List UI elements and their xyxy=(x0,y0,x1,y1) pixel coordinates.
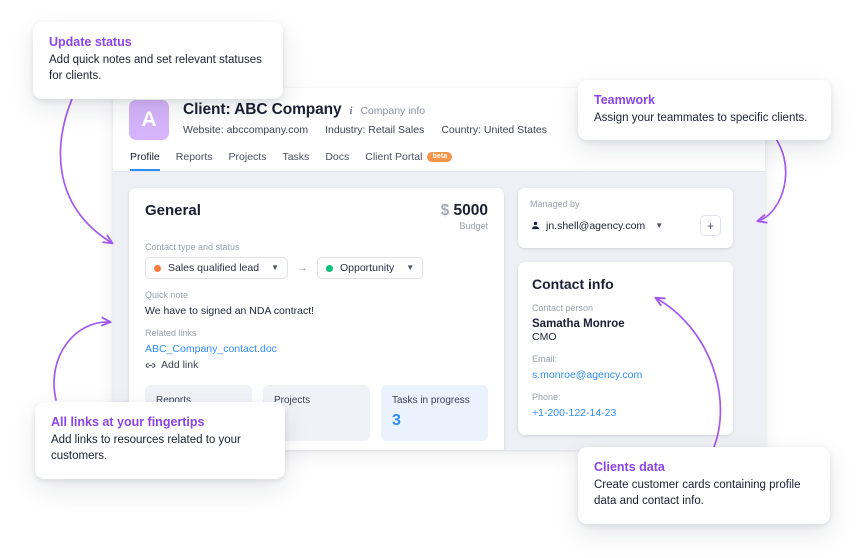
tab-docs[interactable]: Docs xyxy=(325,151,349,171)
callout-teamwork: Teamwork Assign your teammates to specif… xyxy=(578,80,831,141)
person-icon xyxy=(532,221,539,230)
callout-clients-data: Clients data Create customer cards conta… xyxy=(578,447,830,524)
budget-block: $ 5000 Budget xyxy=(441,202,488,231)
general-title: General xyxy=(145,202,201,219)
quick-note-text[interactable]: We have to signed an NDA contract! xyxy=(145,305,488,317)
contact-phone[interactable]: +1-200-122-14-23 xyxy=(532,407,719,419)
stat-card-tasks-in-progress[interactable]: Tasks in progress 3 xyxy=(381,385,488,441)
tab-label: Profile xyxy=(130,151,160,163)
status-to-dropdown[interactable]: Opportunity ▼ xyxy=(317,257,424,279)
status-dot-green xyxy=(326,264,333,272)
status-dot-orange xyxy=(154,264,161,272)
meta-country: Country: United States xyxy=(441,124,547,136)
callout-title: Teamwork xyxy=(594,93,655,107)
link-icon xyxy=(145,362,156,368)
contact-email[interactable]: s.monroe@agency.com xyxy=(532,369,719,381)
callout-body: Add links to resources related to your c… xyxy=(51,434,241,463)
contact-person-label: Contact person xyxy=(532,303,594,313)
managed-by-card: Managed by jn.shell@agency.com ▼ + xyxy=(518,188,733,248)
arrow-update-status xyxy=(59,89,114,245)
status-from-label: Sales qualified lead xyxy=(168,262,260,274)
contact-person-name: Samatha Monroe xyxy=(532,318,625,330)
contact-person-role: CMO xyxy=(532,331,557,343)
callout-body: Add quick notes and set relevant statuse… xyxy=(49,54,262,83)
managed-by-user: jn.shell@agency.com xyxy=(546,219,646,232)
tab-label: Tasks xyxy=(282,151,310,163)
callout-title: All links at your fingertips xyxy=(51,415,205,429)
budget-currency: $ xyxy=(440,202,450,219)
status-from-dropdown[interactable]: Sales qualified lead ▼ xyxy=(145,257,288,279)
tab-tasks[interactable]: Tasks xyxy=(282,151,309,171)
managed-by-dropdown[interactable]: jn.shell@agency.com ▼ xyxy=(530,220,663,232)
chevron-down-icon: ▼ xyxy=(655,220,664,230)
add-manager-button[interactable]: + xyxy=(700,215,721,236)
tab-label: Docs xyxy=(325,151,350,163)
phone-label: Phone: xyxy=(532,392,561,402)
meta-industry: Industry: Retail Sales xyxy=(325,124,425,136)
info-icon[interactable]: i xyxy=(350,106,353,117)
stat-value: 3 xyxy=(392,412,401,429)
callout-body: Assign your teammates to specific client… xyxy=(594,112,808,124)
page-title: Client: ABC Company xyxy=(183,101,342,118)
related-link-item[interactable]: ABC_Company_contact.doc xyxy=(145,343,488,355)
arrow-all-links xyxy=(53,316,112,401)
status-row: Sales qualified lead ▼ → Opportunity ▼ xyxy=(145,257,488,279)
tab-label: Client Portal xyxy=(365,151,423,163)
contact-info-title: Contact info xyxy=(532,276,614,292)
budget-amount: 5000 xyxy=(453,202,488,219)
screenshot-stage: A Client: ABC Company i Company info Web… xyxy=(0,0,860,558)
quick-note-label: Quick note xyxy=(145,290,189,300)
callout-title: Clients data xyxy=(594,460,665,474)
email-label: Email: xyxy=(532,354,558,364)
tab-bar: Profile Reports Projects Tasks Docs Clie… xyxy=(129,151,749,171)
add-link-button[interactable]: Add link xyxy=(145,359,488,371)
callout-update-status: Update status Add quick notes and set re… xyxy=(33,22,283,99)
tab-projects[interactable]: Projects xyxy=(229,151,267,171)
avatar: A xyxy=(129,100,169,140)
chevron-down-icon: ▼ xyxy=(271,263,279,272)
app-window: A Client: ABC Company i Company info Web… xyxy=(113,88,765,450)
managed-by-label: Managed by xyxy=(530,199,580,209)
tab-client-portal[interactable]: Client Portal beta xyxy=(365,151,453,171)
callout-title: Update status xyxy=(49,35,132,49)
budget-label: Budget xyxy=(459,221,488,231)
status-arrow-icon: → xyxy=(297,262,308,274)
meta-website: Website: abccompany.com xyxy=(183,124,309,136)
contact-status-label: Contact type and status xyxy=(145,242,240,252)
add-link-label: Add link xyxy=(161,359,199,371)
tab-profile[interactable]: Profile xyxy=(130,151,160,171)
status-to-label: Opportunity xyxy=(340,262,395,274)
chevron-down-icon: ▼ xyxy=(406,263,415,272)
contact-info-card: Contact info Contact person Samatha Monr… xyxy=(518,262,733,435)
tab-reports[interactable]: Reports xyxy=(176,151,213,171)
right-column: Managed by jn.shell@agency.com ▼ + Conta… xyxy=(518,188,733,450)
callout-all-links: All links at your fingertips Add links t… xyxy=(35,402,285,479)
related-links-label: Related links xyxy=(145,328,197,338)
stat-label: Tasks in progress xyxy=(392,395,470,406)
beta-badge: beta xyxy=(427,151,453,163)
tab-label: Reports xyxy=(175,151,213,163)
company-info-link[interactable]: Company info xyxy=(360,105,425,117)
stat-label: Projects xyxy=(274,395,311,406)
tab-label: Projects xyxy=(228,151,267,163)
callout-body: Create customer cards containing profile… xyxy=(594,479,801,508)
